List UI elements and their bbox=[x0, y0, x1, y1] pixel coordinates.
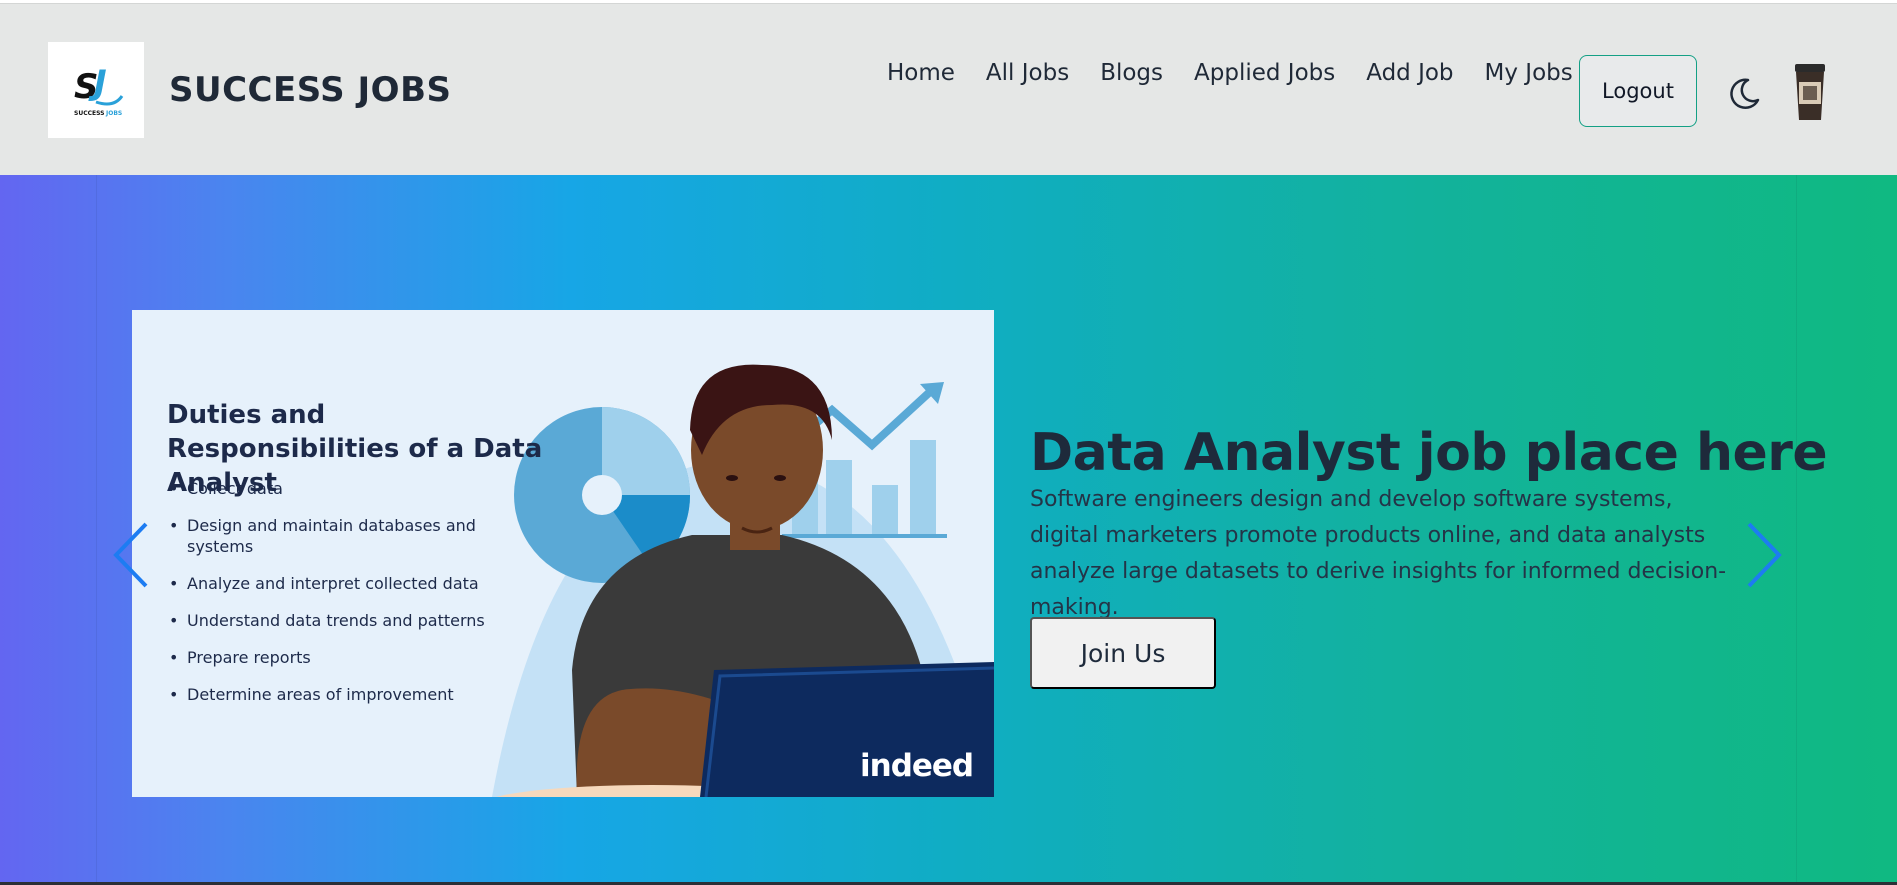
list-item: Collect data bbox=[167, 478, 497, 499]
hero-title: Data Analyst job place here bbox=[1030, 423, 1828, 483]
avatar-cup-icon[interactable] bbox=[1791, 62, 1829, 122]
chevron-right-icon[interactable] bbox=[1743, 520, 1785, 590]
nav-applied-jobs[interactable]: Applied Jobs bbox=[1194, 60, 1335, 86]
slide-image: Duties and Responsibilities of a Data An… bbox=[132, 310, 994, 797]
chevron-left-icon[interactable] bbox=[110, 520, 152, 590]
list-item: Design and maintain databases and system… bbox=[167, 515, 497, 557]
list-item: Analyze and interpret collected data bbox=[167, 573, 497, 594]
nav-all-jobs[interactable]: All Jobs bbox=[986, 60, 1069, 86]
main-nav: Home All Jobs Blogs Applied Jobs Add Job… bbox=[887, 60, 1604, 86]
navbar: S J SUCCESS JOBS SUCCESS JOBS Home All J… bbox=[0, 3, 1897, 175]
brand-name[interactable]: SUCCESS JOBS bbox=[169, 70, 451, 110]
svg-text:SUCCESS: SUCCESS bbox=[74, 110, 104, 117]
nav-add-job[interactable]: Add Job bbox=[1366, 60, 1453, 86]
carousel-edge bbox=[1796, 175, 1797, 885]
logout-button[interactable]: Logout bbox=[1579, 55, 1697, 127]
moon-icon[interactable] bbox=[1726, 76, 1762, 112]
indeed-logo: indeed bbox=[860, 748, 974, 784]
nav-home[interactable]: Home bbox=[887, 60, 955, 86]
slide-image-list: Collect data Design and maintain databas… bbox=[167, 478, 497, 721]
list-item: Understand data trends and patterns bbox=[167, 610, 497, 631]
hero-description: Software engineers design and develop so… bbox=[1030, 487, 1727, 620]
svg-text:JOBS: JOBS bbox=[105, 110, 122, 117]
logo-icon: S J SUCCESS JOBS bbox=[74, 63, 124, 117]
nav-my-jobs[interactable]: My Jobs bbox=[1485, 60, 1573, 86]
join-us-button[interactable]: Join Us bbox=[1030, 617, 1216, 689]
carousel-edge bbox=[96, 175, 97, 885]
hero-carousel: Duties and Responsibilities of a Data An… bbox=[0, 175, 1897, 885]
site-logo[interactable]: S J SUCCESS JOBS bbox=[48, 42, 144, 138]
nav-blogs[interactable]: Blogs bbox=[1100, 60, 1163, 86]
list-item: Prepare reports bbox=[167, 647, 497, 668]
list-item: Determine areas of improvement bbox=[167, 684, 497, 705]
